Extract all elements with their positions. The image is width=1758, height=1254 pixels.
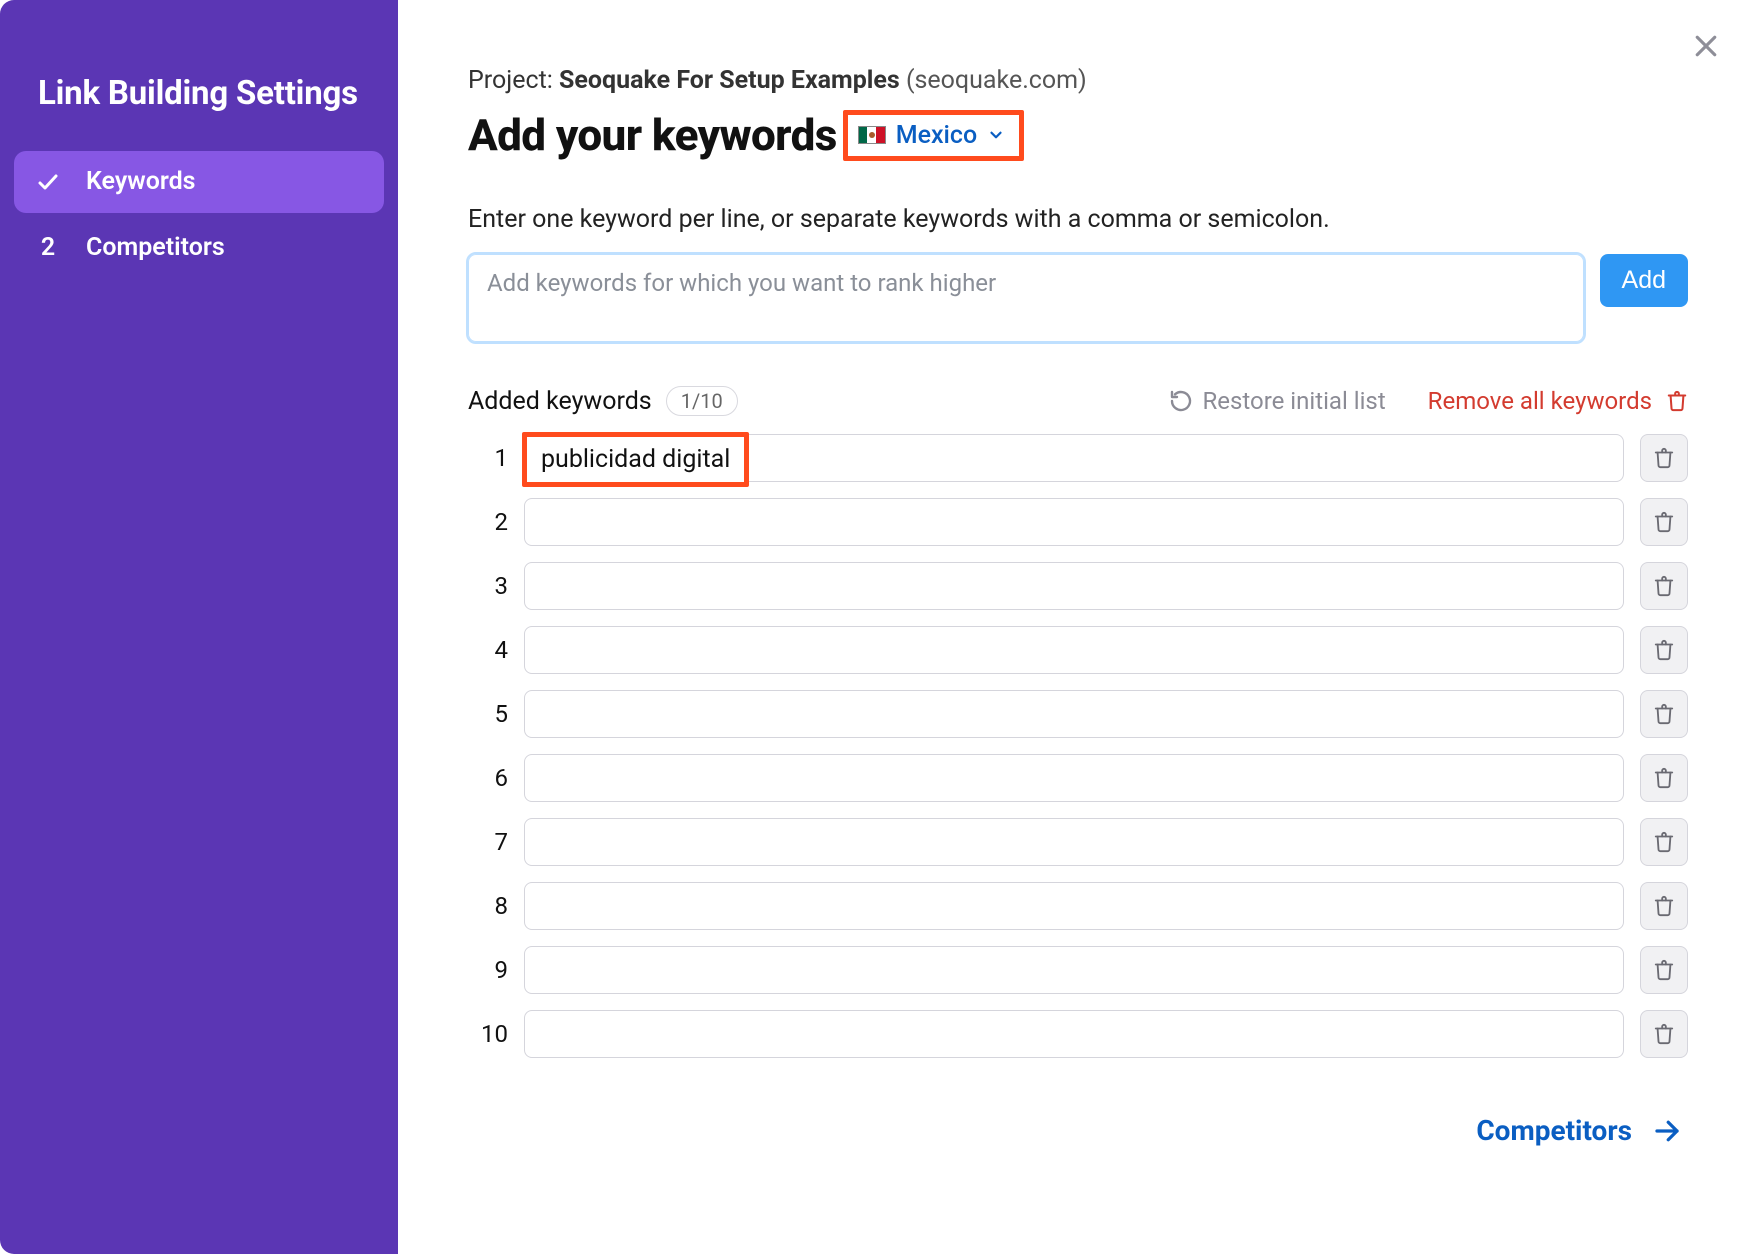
arrow-right-icon — [1652, 1116, 1682, 1146]
row-number: 3 — [468, 572, 508, 600]
added-count: 1/10 — [666, 386, 738, 416]
keyword-field[interactable] — [524, 690, 1624, 738]
keyword-row: 2 — [468, 498, 1688, 546]
keyword-field[interactable] — [524, 1010, 1624, 1058]
heading-row: Add your keywords Mexico — [468, 109, 1688, 161]
main-panel: Project: Seoquake For Setup Examples (se… — [398, 0, 1758, 1254]
project-name: Seoquake For Setup Examples — [559, 66, 900, 95]
project-domain: (seoquake.com) — [906, 66, 1087, 95]
delete-row-button[interactable] — [1640, 690, 1688, 738]
project-prefix: Project: — [468, 66, 559, 95]
row-number: 8 — [468, 892, 508, 920]
sidebar-step-number: 2 — [34, 233, 62, 262]
sidebar-item-label: Competitors — [86, 233, 225, 262]
keyword-field[interactable] — [524, 818, 1624, 866]
sidebar-item-keywords[interactable]: Keywords — [14, 151, 384, 213]
added-label: Added keywords — [468, 387, 652, 416]
sidebar: Link Building Settings Keywords 2 Compet… — [0, 0, 398, 1254]
keyword-row: 7 — [468, 818, 1688, 866]
trash-icon — [1653, 767, 1675, 789]
keyword-row: 6 — [468, 754, 1688, 802]
keyword-field[interactable] — [524, 754, 1624, 802]
check-icon — [34, 170, 62, 194]
restore-button[interactable]: Restore initial list — [1169, 387, 1386, 415]
remove-all-label: Remove all keywords — [1428, 387, 1652, 415]
keyword-value: publicidad digital — [522, 432, 749, 487]
keyword-row: 4 — [468, 626, 1688, 674]
country-name: Mexico — [896, 121, 977, 150]
flag-mexico-icon — [858, 126, 886, 144]
trash-icon — [1653, 447, 1675, 469]
next-step-link[interactable]: Competitors — [1476, 1114, 1682, 1147]
undo-icon — [1169, 389, 1193, 413]
delete-row-button[interactable] — [1640, 562, 1688, 610]
trash-icon — [1653, 895, 1675, 917]
trash-icon — [1653, 511, 1675, 533]
close-button[interactable] — [1684, 24, 1728, 68]
row-number: 10 — [468, 1020, 508, 1048]
delete-row-button[interactable] — [1640, 434, 1688, 482]
trash-icon — [1653, 703, 1675, 725]
trash-icon — [1653, 1023, 1675, 1045]
keywords-list: 1 publicidad digital 2 3 4 5 6 7 8 9 10 — [468, 434, 1688, 1058]
keywords-input[interactable] — [468, 254, 1584, 342]
row-number: 5 — [468, 700, 508, 728]
trash-icon — [1653, 959, 1675, 981]
row-number: 1 — [468, 444, 508, 472]
sidebar-item-competitors[interactable]: 2 Competitors — [14, 217, 384, 279]
add-button[interactable]: Add — [1600, 254, 1688, 307]
keyword-row: 1 publicidad digital — [468, 434, 1688, 482]
page-title: Add your keywords — [468, 109, 837, 161]
delete-row-button[interactable] — [1640, 1010, 1688, 1058]
keyword-field[interactable] — [524, 562, 1624, 610]
instruction-text: Enter one keyword per line, or separate … — [468, 205, 1688, 234]
keyword-field[interactable] — [524, 498, 1624, 546]
added-header: Added keywords 1/10 Restore initial list… — [468, 386, 1688, 416]
app-root: Link Building Settings Keywords 2 Compet… — [0, 0, 1758, 1254]
country-selector[interactable]: Mexico — [843, 110, 1024, 161]
restore-label: Restore initial list — [1203, 387, 1386, 415]
delete-row-button[interactable] — [1640, 754, 1688, 802]
footer: Competitors — [468, 1114, 1688, 1147]
keyword-field[interactable]: publicidad digital — [524, 434, 1624, 482]
keyword-field[interactable] — [524, 946, 1624, 994]
delete-row-button[interactable] — [1640, 946, 1688, 994]
delete-row-button[interactable] — [1640, 626, 1688, 674]
row-number: 4 — [468, 636, 508, 664]
keyword-row: 9 — [468, 946, 1688, 994]
sidebar-item-label: Keywords — [86, 167, 196, 196]
row-number: 6 — [468, 764, 508, 792]
trash-icon — [1666, 390, 1688, 412]
row-number: 7 — [468, 828, 508, 856]
remove-all-button[interactable]: Remove all keywords — [1428, 387, 1688, 415]
trash-icon — [1653, 575, 1675, 597]
delete-row-button[interactable] — [1640, 818, 1688, 866]
sidebar-title: Link Building Settings — [14, 60, 384, 151]
keyword-row: 5 — [468, 690, 1688, 738]
project-line: Project: Seoquake For Setup Examples (se… — [468, 66, 1688, 95]
chevron-down-icon — [987, 126, 1005, 144]
delete-row-button[interactable] — [1640, 498, 1688, 546]
row-number: 2 — [468, 508, 508, 536]
keyword-row: 8 — [468, 882, 1688, 930]
trash-icon — [1653, 831, 1675, 853]
trash-icon — [1653, 639, 1675, 661]
row-number: 9 — [468, 956, 508, 984]
close-icon — [1691, 31, 1721, 61]
add-row: Add — [468, 254, 1688, 342]
keyword-field[interactable] — [524, 626, 1624, 674]
keyword-field[interactable] — [524, 882, 1624, 930]
delete-row-button[interactable] — [1640, 882, 1688, 930]
keyword-row: 10 — [468, 1010, 1688, 1058]
keyword-row: 3 — [468, 562, 1688, 610]
next-step-label: Competitors — [1476, 1114, 1632, 1147]
